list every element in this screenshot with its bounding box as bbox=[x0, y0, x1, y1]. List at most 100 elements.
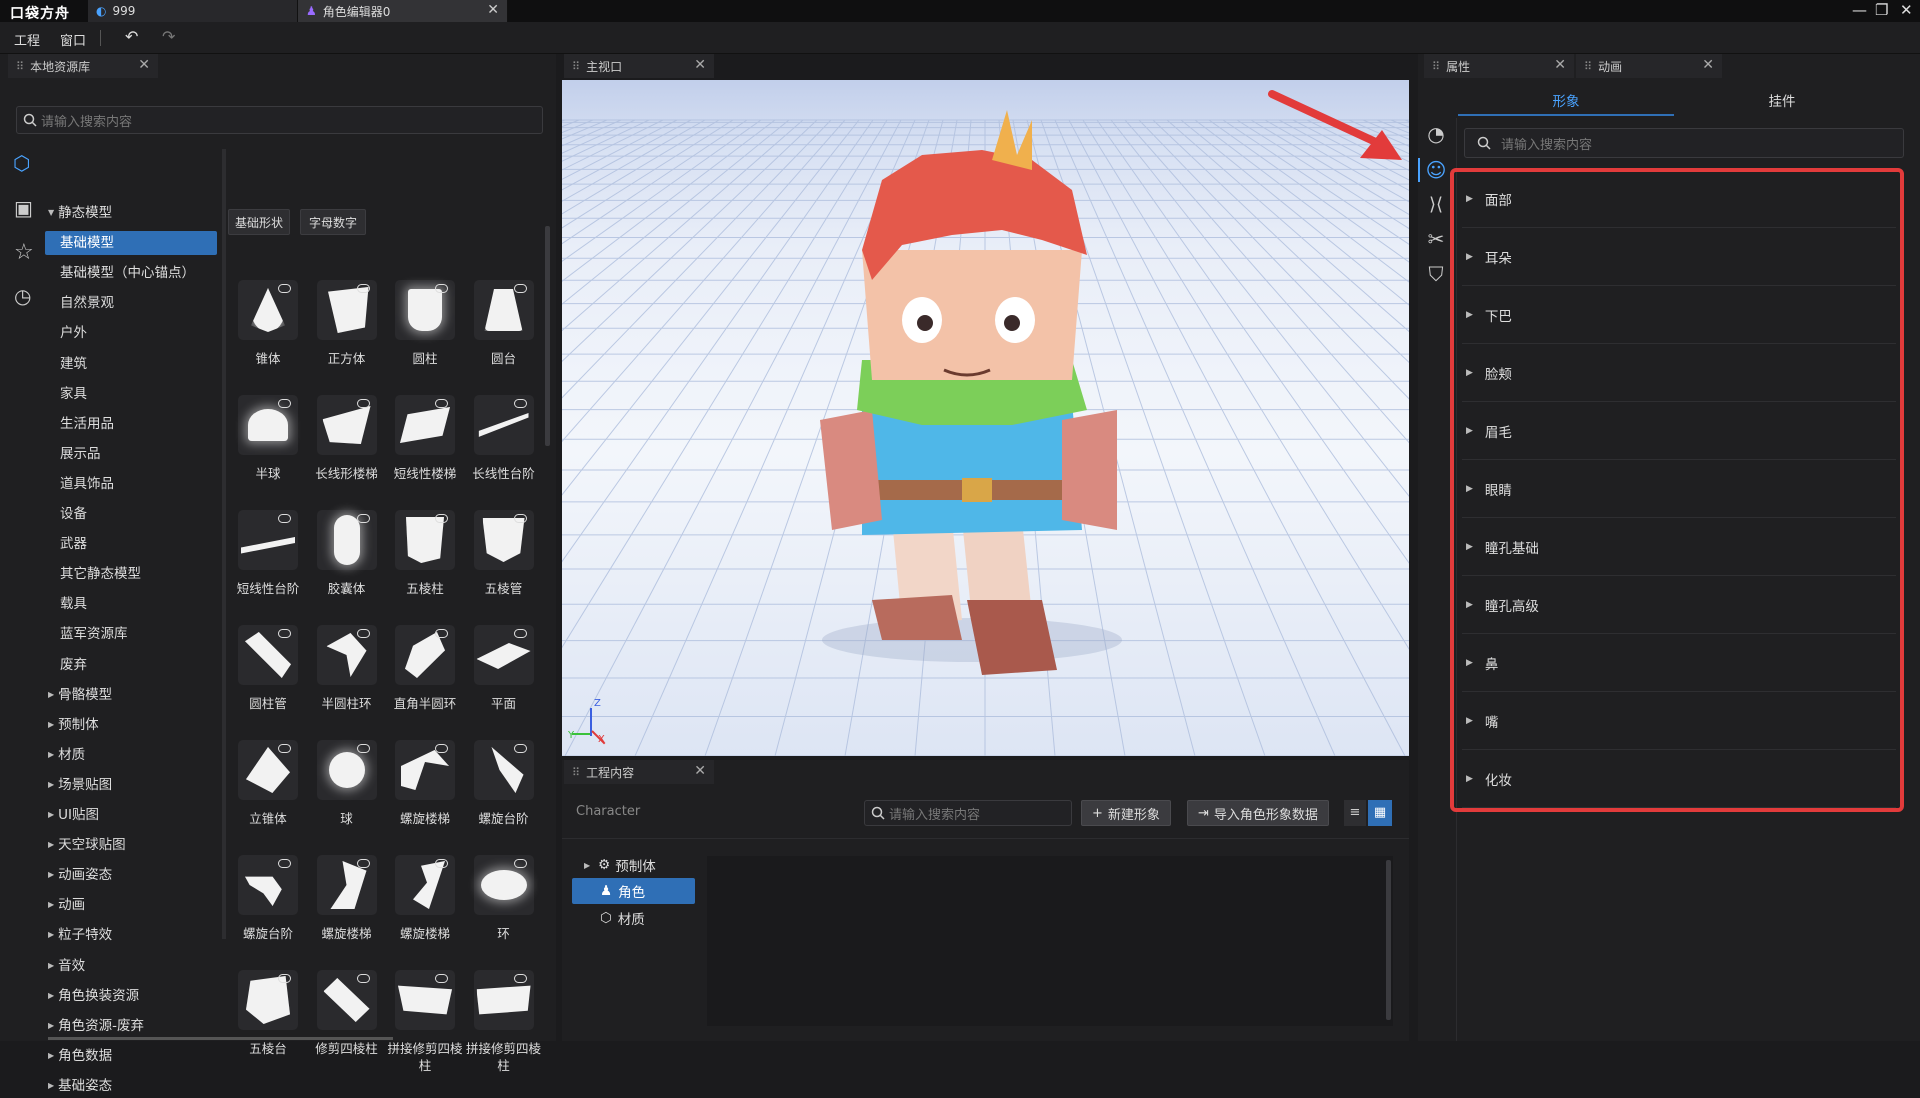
asset-item[interactable]: 半球 bbox=[229, 395, 307, 482]
cloud-download-icon[interactable] bbox=[513, 399, 527, 408]
asset-item[interactable]: 五棱柱 bbox=[386, 510, 464, 597]
cloud-download-icon[interactable] bbox=[356, 859, 370, 868]
tab-project[interactable]: ◐ 999 bbox=[88, 0, 298, 22]
subtab-attachment[interactable]: 挂件 bbox=[1674, 90, 1890, 110]
expand-right-icon[interactable]: ▶ bbox=[48, 900, 54, 909]
tree-item-character[interactable]: ♟ 角色 bbox=[572, 878, 695, 904]
tab-local-assets[interactable]: ⠿ 本地资源库 ✕ bbox=[8, 54, 158, 78]
cloud-download-icon[interactable] bbox=[513, 629, 527, 638]
cloud-download-icon[interactable] bbox=[278, 514, 291, 523]
asset-item[interactable]: 修剪四棱柱 bbox=[308, 970, 386, 1057]
menu-window[interactable]: 窗口 bbox=[60, 30, 86, 49]
cloud-download-icon[interactable] bbox=[356, 284, 370, 293]
expand-right-icon[interactable]: ▶ bbox=[48, 1081, 54, 1090]
tree-item-material[interactable]: ⬡ 材质 bbox=[572, 905, 645, 931]
cloud-download-icon[interactable] bbox=[356, 514, 370, 523]
cloud-download-icon[interactable] bbox=[278, 399, 291, 408]
shirt-icon[interactable]: ⛉ bbox=[1422, 260, 1450, 288]
grid-view-icon[interactable]: ▦ bbox=[1368, 800, 1392, 826]
tab-animation[interactable]: ⠿ 动画 ✕ bbox=[1576, 54, 1722, 78]
asset-item[interactable]: 螺旋楼梯 bbox=[386, 855, 464, 942]
category-item[interactable]: 家具 bbox=[60, 382, 87, 406]
minimize-icon[interactable]: — bbox=[1852, 1, 1867, 19]
cloud-download-icon[interactable] bbox=[435, 744, 448, 753]
toolbox-icon[interactable]: ▣ bbox=[14, 196, 33, 220]
asset-item[interactable]: 半圆柱环 bbox=[308, 625, 386, 712]
star-icon[interactable]: ☆ bbox=[14, 240, 34, 265]
category-item[interactable]: 道具饰品 bbox=[60, 472, 114, 496]
drag-grip-icon[interactable]: ⠿ bbox=[16, 60, 24, 73]
category-item[interactable]: 户外 bbox=[60, 321, 87, 345]
tab-character-editor[interactable]: ♟ 角色编辑器0 ✕ bbox=[298, 0, 508, 22]
category-item[interactable]: ▶ 预制体 bbox=[48, 713, 99, 737]
category-item[interactable]: ▶ 骨骼模型 bbox=[48, 683, 112, 707]
expand-down-icon[interactable]: ▼ bbox=[48, 208, 54, 217]
asset-item[interactable]: 平面 bbox=[465, 625, 543, 712]
clock-icon[interactable]: ◷ bbox=[14, 284, 31, 308]
asset-item[interactable]: 五棱台 bbox=[229, 970, 307, 1057]
asset-item[interactable]: 锥体 bbox=[229, 280, 307, 367]
cloud-download-icon[interactable] bbox=[435, 284, 448, 293]
asset-item[interactable]: 长线性台阶 bbox=[465, 395, 543, 482]
import-appearance-button[interactable]: ⇥ 导入角色形象数据 bbox=[1187, 800, 1329, 826]
asset-item[interactable]: 短线性台阶 bbox=[229, 510, 307, 597]
expand-right-icon[interactable]: ▶ bbox=[48, 810, 54, 819]
category-item[interactable]: 其它静态模型 bbox=[60, 562, 141, 586]
subtab-appearance[interactable]: 形象 bbox=[1458, 90, 1674, 110]
asset-item[interactable]: 螺旋台阶 bbox=[465, 740, 543, 827]
cloud-download-icon[interactable] bbox=[278, 859, 291, 868]
category-item[interactable]: ▼ 静态模型 bbox=[48, 201, 112, 225]
expand-right-icon[interactable]: ▶ bbox=[48, 991, 54, 1000]
asset-item[interactable]: 五棱管 bbox=[465, 510, 543, 597]
category-item[interactable]: 武器 bbox=[60, 532, 87, 556]
asset-item[interactable]: 圆台 bbox=[465, 280, 543, 367]
chip-letters-numbers[interactable]: 字母数字 bbox=[300, 209, 366, 235]
asset-item[interactable]: 胶囊体 bbox=[308, 510, 386, 597]
category-item[interactable]: 展示品 bbox=[60, 442, 101, 466]
asset-item[interactable]: 立锥体 bbox=[229, 740, 307, 827]
close-window-icon[interactable]: ✕ bbox=[1900, 1, 1913, 19]
category-item[interactable]: ▶ 场景贴图 bbox=[48, 773, 112, 797]
cloud-download-icon[interactable] bbox=[356, 744, 370, 753]
cloud-download-icon[interactable] bbox=[513, 859, 527, 868]
expand-right-icon[interactable]: ▶ bbox=[48, 690, 54, 699]
drag-grip-icon[interactable]: ⠿ bbox=[1432, 60, 1440, 73]
cloud-download-icon[interactable] bbox=[513, 284, 527, 293]
asset-item[interactable]: 拼接修剪四棱柱 bbox=[386, 970, 464, 1074]
expand-right-icon[interactable]: ▶ bbox=[48, 780, 54, 789]
category-item[interactable]: ▶ 角色换装资源 bbox=[48, 984, 139, 1008]
cloud-download-icon[interactable] bbox=[356, 629, 370, 638]
property-search-input[interactable]: 请输入搜索内容 bbox=[1464, 128, 1904, 158]
asset-scrollbar[interactable] bbox=[545, 226, 550, 446]
cloud-download-icon[interactable] bbox=[513, 974, 527, 983]
expand-right-icon[interactable]: ▶ bbox=[48, 720, 54, 729]
chip-basic-shapes[interactable]: 基础形状 bbox=[228, 209, 290, 235]
expand-right-icon[interactable]: ▶ bbox=[48, 870, 54, 879]
category-item[interactable]: 生活用品 bbox=[60, 412, 114, 436]
category-item[interactable]: ▶ 音效 bbox=[48, 954, 85, 978]
asset-item[interactable]: 直角半圆环 bbox=[386, 625, 464, 712]
asset-item[interactable]: 拼接修剪四棱柱 bbox=[465, 970, 543, 1074]
face-icon[interactable]: ☺ bbox=[1422, 156, 1450, 184]
category-item[interactable]: ▶ 角色数据 bbox=[48, 1044, 112, 1068]
category-item[interactable]: ▶ 粒子特效 bbox=[48, 923, 112, 947]
scissors-icon[interactable]: ✂ bbox=[1422, 225, 1450, 253]
tab-main-viewport[interactable]: ⠿ 主视口 ✕ bbox=[564, 54, 714, 78]
cloud-download-icon[interactable] bbox=[435, 859, 448, 868]
category-item[interactable]: 载具 bbox=[60, 592, 87, 616]
close-tab-icon[interactable]: ✕ bbox=[487, 2, 499, 18]
close-panel-icon[interactable]: ✕ bbox=[1702, 57, 1714, 73]
tab-properties[interactable]: ⠿ 属性 ✕ bbox=[1424, 54, 1574, 78]
drag-grip-icon[interactable]: ⠿ bbox=[1584, 60, 1592, 73]
expand-right-icon[interactable]: ▶ bbox=[48, 750, 54, 759]
category-item[interactable]: ▶ UI贴图 bbox=[48, 803, 99, 827]
cloud-download-icon[interactable] bbox=[513, 744, 527, 753]
cloud-download-icon[interactable] bbox=[435, 399, 448, 408]
asset-item[interactable]: 球 bbox=[308, 740, 386, 827]
category-item[interactable]: 自然景观 bbox=[60, 291, 114, 315]
category-scrollbar[interactable] bbox=[222, 149, 226, 939]
expand-right-icon[interactable]: ▶ bbox=[48, 840, 54, 849]
close-panel-icon[interactable]: ✕ bbox=[138, 57, 150, 73]
menu-project[interactable]: 工程 bbox=[14, 30, 40, 49]
drag-grip-icon[interactable]: ⠿ bbox=[572, 766, 580, 779]
